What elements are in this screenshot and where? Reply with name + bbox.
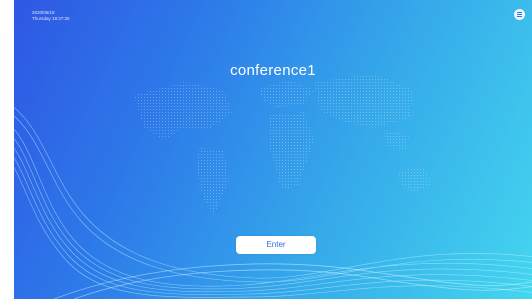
decorative-waves: [14, 107, 532, 299]
enter-button[interactable]: Enter: [236, 236, 316, 254]
meeting-room-screen: 2020/06/18 Thursday 19:37:30 conference1…: [14, 0, 532, 299]
menu-icon: [517, 12, 522, 17]
date-time-display: 2020/06/18 Thursday 19:37:30: [32, 10, 70, 22]
menu-button[interactable]: [514, 9, 525, 20]
room-name: conference1: [230, 62, 316, 79]
weekday-time-text: Thursday 19:37:30: [32, 16, 70, 21]
